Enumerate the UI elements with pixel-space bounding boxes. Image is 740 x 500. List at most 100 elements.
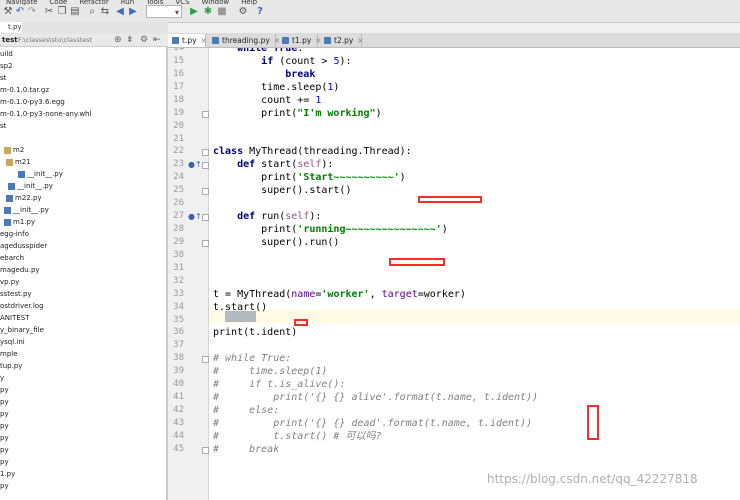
code-line[interactable]: super().start() — [213, 184, 351, 197]
debug-icon[interactable]: ✱ — [202, 6, 214, 18]
menu-item[interactable]: Help — [241, 0, 257, 5]
code-line[interactable]: # break — [213, 443, 279, 456]
project-file-tab[interactable]: t.py — [0, 22, 22, 33]
project-tree-item[interactable]: egg-info — [0, 228, 29, 240]
code-line[interactable]: # while True: — [213, 352, 291, 365]
code-line[interactable]: def run(self): — [213, 210, 321, 223]
project-tree-item[interactable]: m1.py — [4, 216, 35, 228]
project-tree-item[interactable]: y_binary_file — [0, 324, 44, 336]
project-tree-item[interactable]: vp.py — [0, 276, 19, 288]
project-root-label[interactable]: test — [2, 34, 18, 46]
project-tree-item[interactable]: uild — [0, 48, 13, 60]
project-tree-item[interactable]: m-0.1.0-py3.6.egg — [0, 96, 65, 108]
project-tree-item[interactable]: py — [0, 480, 9, 492]
project-tree-item[interactable]: ysql.ini — [0, 336, 25, 348]
code-line[interactable]: # else: — [213, 404, 279, 417]
project-tree-item[interactable]: ostdriver.log — [0, 300, 44, 312]
copy-icon[interactable]: ❐ — [56, 6, 68, 18]
project-tree-item[interactable]: py — [0, 384, 9, 396]
editor-tab[interactable]: t2.py × — [320, 34, 364, 47]
editor-tab[interactable]: t.py × — [168, 34, 207, 47]
code-area[interactable]: while True: if (count > 5): break time.s… — [209, 48, 740, 500]
project-tree-item[interactable]: tup.py — [0, 360, 22, 372]
project-tree-item[interactable]: agedusspider — [0, 240, 47, 252]
project-tree-item[interactable]: sstest.py — [0, 288, 32, 300]
close-icon[interactable]: × — [201, 36, 207, 45]
code-line[interactable]: class MyThread(threading.Thread): — [213, 145, 412, 158]
project-tree-item[interactable]: __init__.py — [18, 168, 63, 180]
fold-marker-icon[interactable] — [202, 111, 209, 118]
cut-icon[interactable]: ✂ — [43, 6, 55, 18]
code-line[interactable]: super().run() — [213, 236, 339, 249]
paste-icon[interactable]: ▤ — [69, 6, 81, 18]
project-tree-item[interactable]: ANITEST — [0, 312, 30, 324]
wrench-icon[interactable]: ⚒ — [2, 6, 14, 18]
code-line[interactable]: # if t.is_alive(): — [213, 378, 345, 391]
code-line[interactable]: print('Start~~~~~~~~~~') — [213, 171, 406, 184]
editor-tab[interactable]: threading.py × — [208, 34, 280, 47]
project-tree-item[interactable]: py — [0, 432, 9, 444]
code-line[interactable]: t = MyThread(name='worker', target=worke… — [213, 288, 466, 301]
code-line[interactable]: time.sleep(1) — [213, 81, 339, 94]
menu-item[interactable]: Run — [121, 0, 134, 5]
gear-icon[interactable]: ⚙ — [140, 34, 148, 46]
project-tree-item[interactable]: __init__.py — [4, 204, 49, 216]
find-icon[interactable]: ⌕ — [86, 6, 98, 18]
project-tree-item[interactable]: magedu.py — [0, 264, 40, 276]
override-marker-icon[interactable]: ●↑ — [188, 212, 202, 221]
project-tree-item[interactable]: st — [0, 72, 6, 84]
replace-icon[interactable]: ⇆ — [99, 6, 111, 18]
project-tree-item[interactable]: 1.py — [0, 468, 15, 480]
code-line[interactable]: # time.sleep(1) — [213, 365, 327, 378]
project-tree-item[interactable]: m2 — [4, 144, 24, 156]
collapse-icon[interactable]: ⇟ — [126, 34, 134, 46]
settings-icon[interactable]: ⚙ — [237, 6, 249, 18]
close-icon[interactable]: × — [357, 36, 363, 45]
project-tree-item[interactable]: py — [0, 396, 9, 408]
project-tree-item[interactable]: py — [0, 444, 9, 456]
code-line[interactable]: while True: — [213, 48, 303, 55]
project-tree-item[interactable]: py — [0, 408, 9, 420]
code-line[interactable]: t.start() — [213, 301, 267, 314]
project-tree-item[interactable]: py — [0, 420, 9, 432]
code-line[interactable]: print(t.ident) — [213, 326, 297, 339]
sync-icon[interactable]: ⊕ — [114, 34, 122, 46]
fold-marker-icon[interactable] — [202, 162, 209, 169]
run-config-select[interactable]: ▾ — [146, 5, 182, 18]
forward-icon[interactable]: ▶ — [127, 6, 139, 18]
code-line[interactable]: count += 1 — [213, 94, 321, 107]
fold-marker-icon[interactable] — [202, 240, 209, 247]
project-tree-item[interactable]: m-0.1.0.tar.gz — [0, 84, 49, 96]
redo-icon[interactable]: ↷ — [26, 6, 38, 18]
menu-item[interactable]: Code — [49, 0, 67, 5]
project-tree-item[interactable]: mple — [0, 348, 18, 360]
run-icon[interactable]: ▶ — [188, 6, 200, 18]
project-tree-item[interactable]: m-0.1.0-py3-none-any.whl — [0, 108, 91, 120]
project-tree-item[interactable]: m21 — [6, 156, 31, 168]
project-tree-item[interactable]: y — [0, 372, 4, 384]
fold-marker-icon[interactable] — [202, 214, 209, 221]
project-tree-item[interactable]: sp2 — [0, 60, 13, 72]
undo-icon[interactable]: ↶ — [14, 6, 26, 18]
stop-icon[interactable]: ■ — [216, 6, 228, 18]
code-line[interactable]: if (count > 5): — [213, 55, 351, 68]
editor-tab[interactable]: t1.py × — [278, 34, 322, 47]
fold-marker-icon[interactable] — [202, 447, 209, 454]
project-tree-item[interactable]: py — [0, 456, 9, 468]
code-line[interactable]: # t.start() # 可以吗? — [213, 430, 381, 443]
override-marker-icon[interactable]: ●↑ — [188, 160, 202, 169]
menu-item[interactable]: Window — [202, 0, 230, 5]
code-editor[interactable]: 14 15 16 17 18 19 20 21 22 23 24 25 26 27 28 29 30 31 32 33… — [168, 48, 740, 500]
code-line[interactable]: print('running~~~~~~~~~~~~~~~') — [213, 223, 448, 236]
menu-item[interactable]: Refactor — [79, 0, 108, 5]
fold-marker-icon[interactable] — [202, 356, 209, 363]
code-line[interactable]: print("I'm working") — [213, 107, 381, 120]
hide-icon[interactable]: ⇤ — [153, 34, 161, 46]
menu-item[interactable]: Navigate — [6, 0, 37, 5]
project-tree-item[interactable]: __init__.py — [8, 180, 53, 192]
back-icon[interactable]: ◀ — [114, 6, 126, 18]
project-tree-item[interactable]: ebarch — [0, 252, 24, 264]
project-tree-item[interactable]: st — [0, 120, 6, 132]
code-line[interactable]: def start(self): — [213, 158, 333, 171]
code-line[interactable]: # print('{} {} dead'.format(t.name, t.id… — [213, 417, 532, 430]
